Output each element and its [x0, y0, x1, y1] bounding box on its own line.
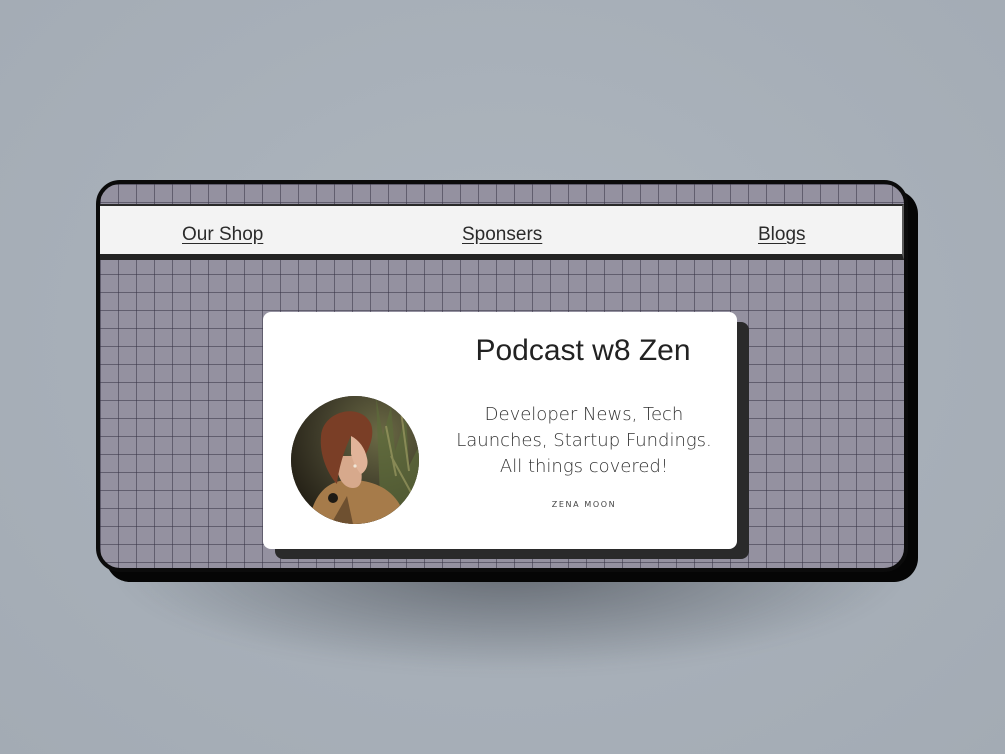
nav-link-sponsers[interactable]: Sponsers [462, 224, 542, 246]
podcast-card: Podcast w8 Zen Developer News, Tech Laun… [263, 312, 737, 549]
card-author: ZENA MOON [551, 500, 617, 509]
top-nav: Our Shop Sponsers Blogs [100, 204, 904, 260]
nav-link-blogs[interactable]: Blogs [758, 224, 806, 246]
nav-link-our-shop[interactable]: Our Shop [182, 224, 263, 246]
device-frame: Our Shop Sponsers Blogs Podcast w8 Zen D… [96, 180, 908, 572]
person-portrait-icon [291, 396, 419, 524]
card-description: Developer News, Tech Launches, Startup F… [456, 404, 712, 477]
card-title: Podcast w8 Zen [475, 334, 691, 367]
